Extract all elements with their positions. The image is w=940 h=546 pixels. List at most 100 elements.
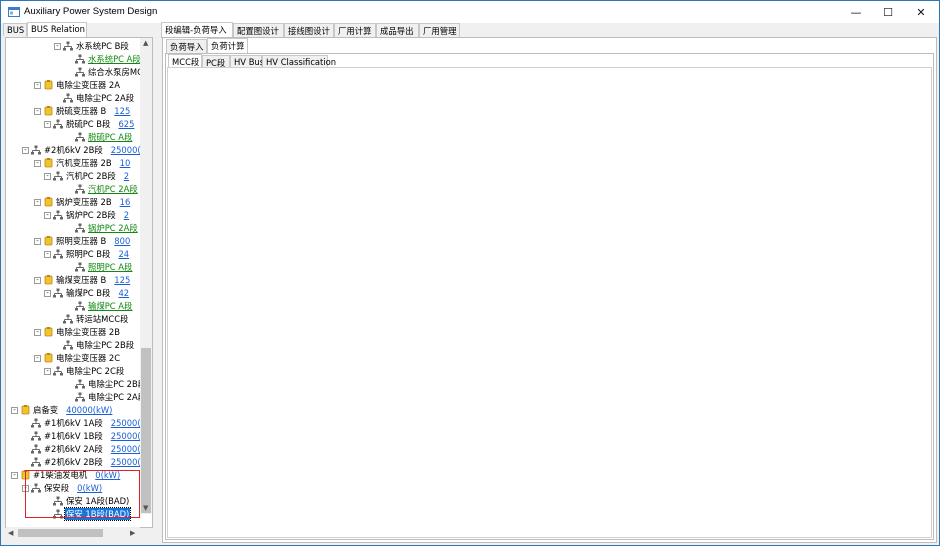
tree-item[interactable]: 输煤PC A段 [66, 300, 133, 312]
tree-item-capacity[interactable]: 10 [120, 158, 131, 168]
tree-item[interactable]: - 脱硫PC B段 625 [44, 118, 134, 130]
tree-item-capacity[interactable]: 125 [114, 275, 130, 285]
tree-horizontal-thumb[interactable] [18, 529, 103, 537]
tree-item-capacity[interactable]: 25000( [111, 444, 141, 454]
collapse-icon[interactable]: - [11, 471, 18, 479]
scroll-up-icon[interactable]: ▲ [143, 39, 148, 47]
collapse-icon[interactable]: - [44, 211, 51, 219]
tree-item[interactable]: 转运站MCC段 [54, 313, 129, 325]
collapse-icon[interactable]: - [34, 354, 41, 362]
tree-item-label: 脱硫PC A段 [88, 132, 133, 142]
tab-configuration-design[interactable]: 配置图设计 [233, 23, 284, 37]
tree-item[interactable]: 电除尘PC 2A段 [54, 92, 135, 104]
tab-auxiliary-calculation[interactable]: 厂用计算 [334, 23, 376, 37]
tree-item[interactable]: - 启备变 40000(kW) [11, 404, 112, 416]
transformer-icon [43, 80, 53, 90]
tree-item-capacity[interactable]: 625 [118, 119, 134, 129]
collapse-icon[interactable]: - [34, 159, 41, 167]
collapse-icon[interactable]: - [11, 406, 18, 414]
tree-item-capacity[interactable]: 24 [118, 249, 129, 259]
tree-item[interactable]: - #2机6kV 2B段 25000( [22, 144, 141, 156]
bus-icon [75, 67, 85, 77]
tree-horizontal-scrollbar[interactable]: ◀ ▶ [6, 527, 140, 539]
tree-item-capacity[interactable]: 25000( [111, 145, 141, 155]
tree-item-label: 电除尘PC 2C段 [66, 366, 125, 376]
maximize-button[interactable]: ☐ [873, 1, 903, 23]
tree-item[interactable]: #2机6kV 2B段 25000( [22, 456, 141, 468]
tree-item[interactable]: - 汽机变压器 2B 10 [34, 157, 130, 169]
transformer-icon [43, 236, 53, 246]
tree-item-label: 脱硫变压器 B [56, 106, 107, 116]
tree-item[interactable]: - 照明PC B段 24 [44, 248, 129, 260]
tab-bus-relation[interactable]: BUS Relation [27, 22, 87, 37]
collapse-icon[interactable]: - [44, 367, 51, 375]
tree-item[interactable]: - 锅炉PC 2B段 2 [44, 209, 129, 221]
tree-item[interactable]: - 输煤变压器 B 125 [34, 274, 130, 286]
tree-item[interactable]: - 汽机PC 2B段 2 [44, 170, 129, 182]
collapse-icon[interactable]: - [34, 198, 41, 206]
tree-item[interactable]: - 锅炉变压器 2B 16 [34, 196, 130, 208]
minimize-button[interactable]: — [841, 1, 871, 23]
tree-vertical-scrollbar[interactable]: ▲ ▼ [140, 38, 152, 514]
scroll-right-icon[interactable]: ▶ [130, 529, 135, 537]
tree-item[interactable]: 脱硫PC A段 [66, 131, 133, 143]
tree-item-capacity[interactable]: 25000( [111, 431, 141, 441]
collapse-icon[interactable]: - [34, 276, 41, 284]
collapse-icon[interactable]: - [34, 328, 41, 336]
tab-load-calculation[interactable]: 负荷计算 [207, 38, 248, 54]
collapse-icon[interactable]: - [44, 172, 51, 180]
collapse-icon[interactable]: - [44, 289, 51, 297]
tree-item[interactable]: 电除尘PC 2B段 [66, 378, 147, 390]
bus-icon [75, 262, 85, 272]
tree-item[interactable]: 锅炉PC 2A段 [66, 222, 139, 234]
tree-item[interactable]: - 电除尘PC 2C段 [44, 365, 125, 377]
tree-item-capacity[interactable]: 125 [114, 106, 130, 116]
tree-item[interactable]: - 脱硫变压器 B 125 [34, 105, 130, 117]
tree-item-capacity[interactable]: 16 [120, 197, 131, 207]
tree-item[interactable]: - 水系统PC B段 [54, 40, 130, 52]
tab-load-import[interactable]: 负荷导入 [166, 39, 207, 53]
tree-item[interactable]: - 电除尘变压器 2C [34, 352, 121, 364]
tree-item-capacity[interactable]: 800 [114, 236, 130, 246]
tree-item[interactable]: #1机6kV 1A段 25000( [22, 417, 141, 429]
tree-item-capacity[interactable]: 25000( [111, 457, 141, 467]
tab-segment-edit-load-import[interactable]: 段编辑-负荷导入 [161, 22, 233, 38]
tree-item-capacity[interactable]: 2 [124, 210, 129, 220]
bus-icon [53, 249, 63, 259]
tab-auxiliary-management[interactable]: 厂用管理 [419, 23, 460, 37]
tab-product-export[interactable]: 成品导出 [376, 23, 419, 37]
tree-item[interactable]: 水系统PC A段 [66, 53, 142, 65]
tree-item-capacity[interactable]: 25000( [111, 418, 141, 428]
tree-item-label: 汽机PC 2B段 [66, 171, 116, 181]
collapse-icon[interactable]: - [34, 107, 41, 115]
tree-item[interactable]: - 输煤PC B段 42 [44, 287, 129, 299]
tree-item-capacity[interactable]: 2 [124, 171, 129, 181]
tree-item[interactable]: 电除尘PC 2A段 [66, 391, 147, 403]
collapse-icon[interactable]: - [34, 237, 41, 245]
tree-vertical-thumb[interactable] [141, 348, 151, 513]
tree-item-capacity[interactable]: 40000(kW) [66, 405, 112, 415]
scroll-left-icon[interactable]: ◀ [8, 529, 13, 537]
tree-item-capacity[interactable]: 42 [118, 288, 129, 298]
collapse-icon[interactable]: - [54, 42, 61, 50]
close-button[interactable]: ✕ [906, 1, 936, 23]
collapse-icon[interactable]: - [44, 250, 51, 258]
tree-item[interactable]: 汽机PC 2A段 [66, 183, 139, 195]
collapse-icon[interactable]: - [22, 146, 29, 154]
collapse-icon[interactable]: - [44, 120, 51, 128]
tree-item[interactable]: #1机6kV 1B段 25000( [22, 430, 141, 442]
tab-bus[interactable]: BUS [3, 23, 27, 36]
collapse-icon[interactable]: - [34, 81, 41, 89]
tree-item[interactable]: 电除尘PC 2B段 [54, 339, 135, 351]
bus-relation-tree[interactable]: - 水系统PC B段 水系统PC A段 综合水泵房MC - 电除尘变压器 2A 电除尘PC … [5, 37, 153, 528]
tree-item[interactable]: 照明PC A段 [66, 261, 133, 273]
transformer-icon [43, 275, 53, 285]
tree-item[interactable]: - 电除尘变压器 2B [34, 326, 121, 338]
tree-item[interactable]: 综合水泵房MC [66, 66, 144, 78]
tab-wiring-design[interactable]: 接线图设计 [284, 23, 334, 37]
bus-icon [53, 288, 63, 298]
tree-item[interactable]: - 照明变压器 B 800 [34, 235, 130, 247]
tree-item[interactable]: #2机6kV 2A段 25000( [22, 443, 141, 455]
scroll-down-icon[interactable]: ▼ [143, 504, 148, 512]
tree-item[interactable]: - 电除尘变压器 2A [34, 79, 121, 91]
